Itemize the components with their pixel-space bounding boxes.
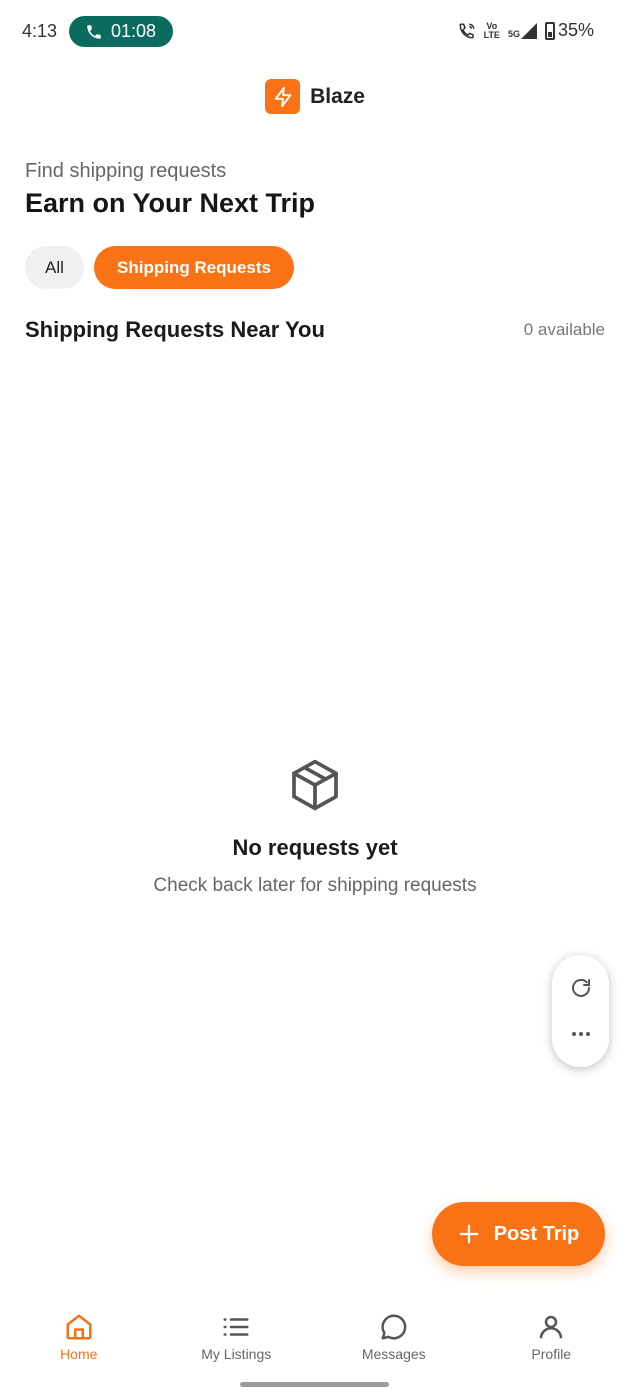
page-title: Earn on Your Next Trip [25,188,316,218]
signal-icon [520,22,537,39]
lightning-icon [274,86,291,107]
post-trip-button[interactable]: Post Trip [432,1202,605,1266]
ongoing-call-pill[interactable]: 01:08 [69,16,173,47]
app-name: Blaze [310,84,365,108]
blaze-logo [265,79,301,114]
status-time: 4:13 [22,21,58,41]
battery-icon [544,21,555,40]
filter-chip-shipping-requests[interactable]: Shipping Requests [94,246,294,289]
nav-item-profile[interactable]: Profile [473,1312,630,1382]
wifi-calling-icon [459,23,475,39]
home-indicator[interactable] [240,1382,389,1387]
volte-indicator: Vo LTE [483,20,500,40]
refresh-icon [571,978,590,997]
bottom-navigation: Home My Listings Messages Profile [0,1312,630,1382]
section-title: Shipping Requests Near You [25,317,325,342]
call-timer: 01:08 [111,21,157,41]
plus-icon [459,1224,479,1244]
nav-item-my-listings[interactable]: My Listings [158,1312,316,1382]
nav-item-messages[interactable]: Messages [315,1312,473,1382]
system-icons: Vo LTE 5G 35% [458,20,594,41]
filter-chip-all[interactable]: All [25,246,84,289]
network-type: 5G [507,28,520,39]
home-icon [66,1314,92,1340]
empty-state: No requests yet Check back later for shi… [0,755,630,897]
nav-label-messages: Messages [361,1346,426,1362]
nav-label-home: Home [60,1346,98,1362]
nav-item-home[interactable]: Home [0,1312,158,1382]
list-icon [223,1318,249,1336]
post-trip-label: Post Trip [493,1222,580,1245]
user-icon [540,1315,563,1339]
more-icon [571,1032,590,1036]
package-icon [292,759,338,811]
empty-state-subtitle: Check back later for shipping requests [153,875,477,896]
battery-indicator: 35% [544,20,594,41]
status-bar: 4:13 01:08 Vo LTE 5G 35% [0,0,630,64]
nav-label-my-listings: My Listings [201,1346,272,1362]
nav-label-profile: Profile [531,1346,572,1362]
signal-indicator: 5G [507,22,537,39]
app-header: Blaze [0,79,630,114]
empty-state-title: No requests yet [232,835,398,860]
filter-chips: All Shipping Requests [25,246,294,289]
chat-icon [381,1314,407,1340]
battery-level: 35% [557,20,594,40]
more-options-button[interactable] [561,1014,601,1054]
refresh-button[interactable] [561,968,601,1008]
floating-side-panel [552,955,609,1067]
available-count: 0 available [523,320,605,339]
page-eyebrow: Find shipping requests [25,160,227,182]
phone-icon [87,24,101,39]
